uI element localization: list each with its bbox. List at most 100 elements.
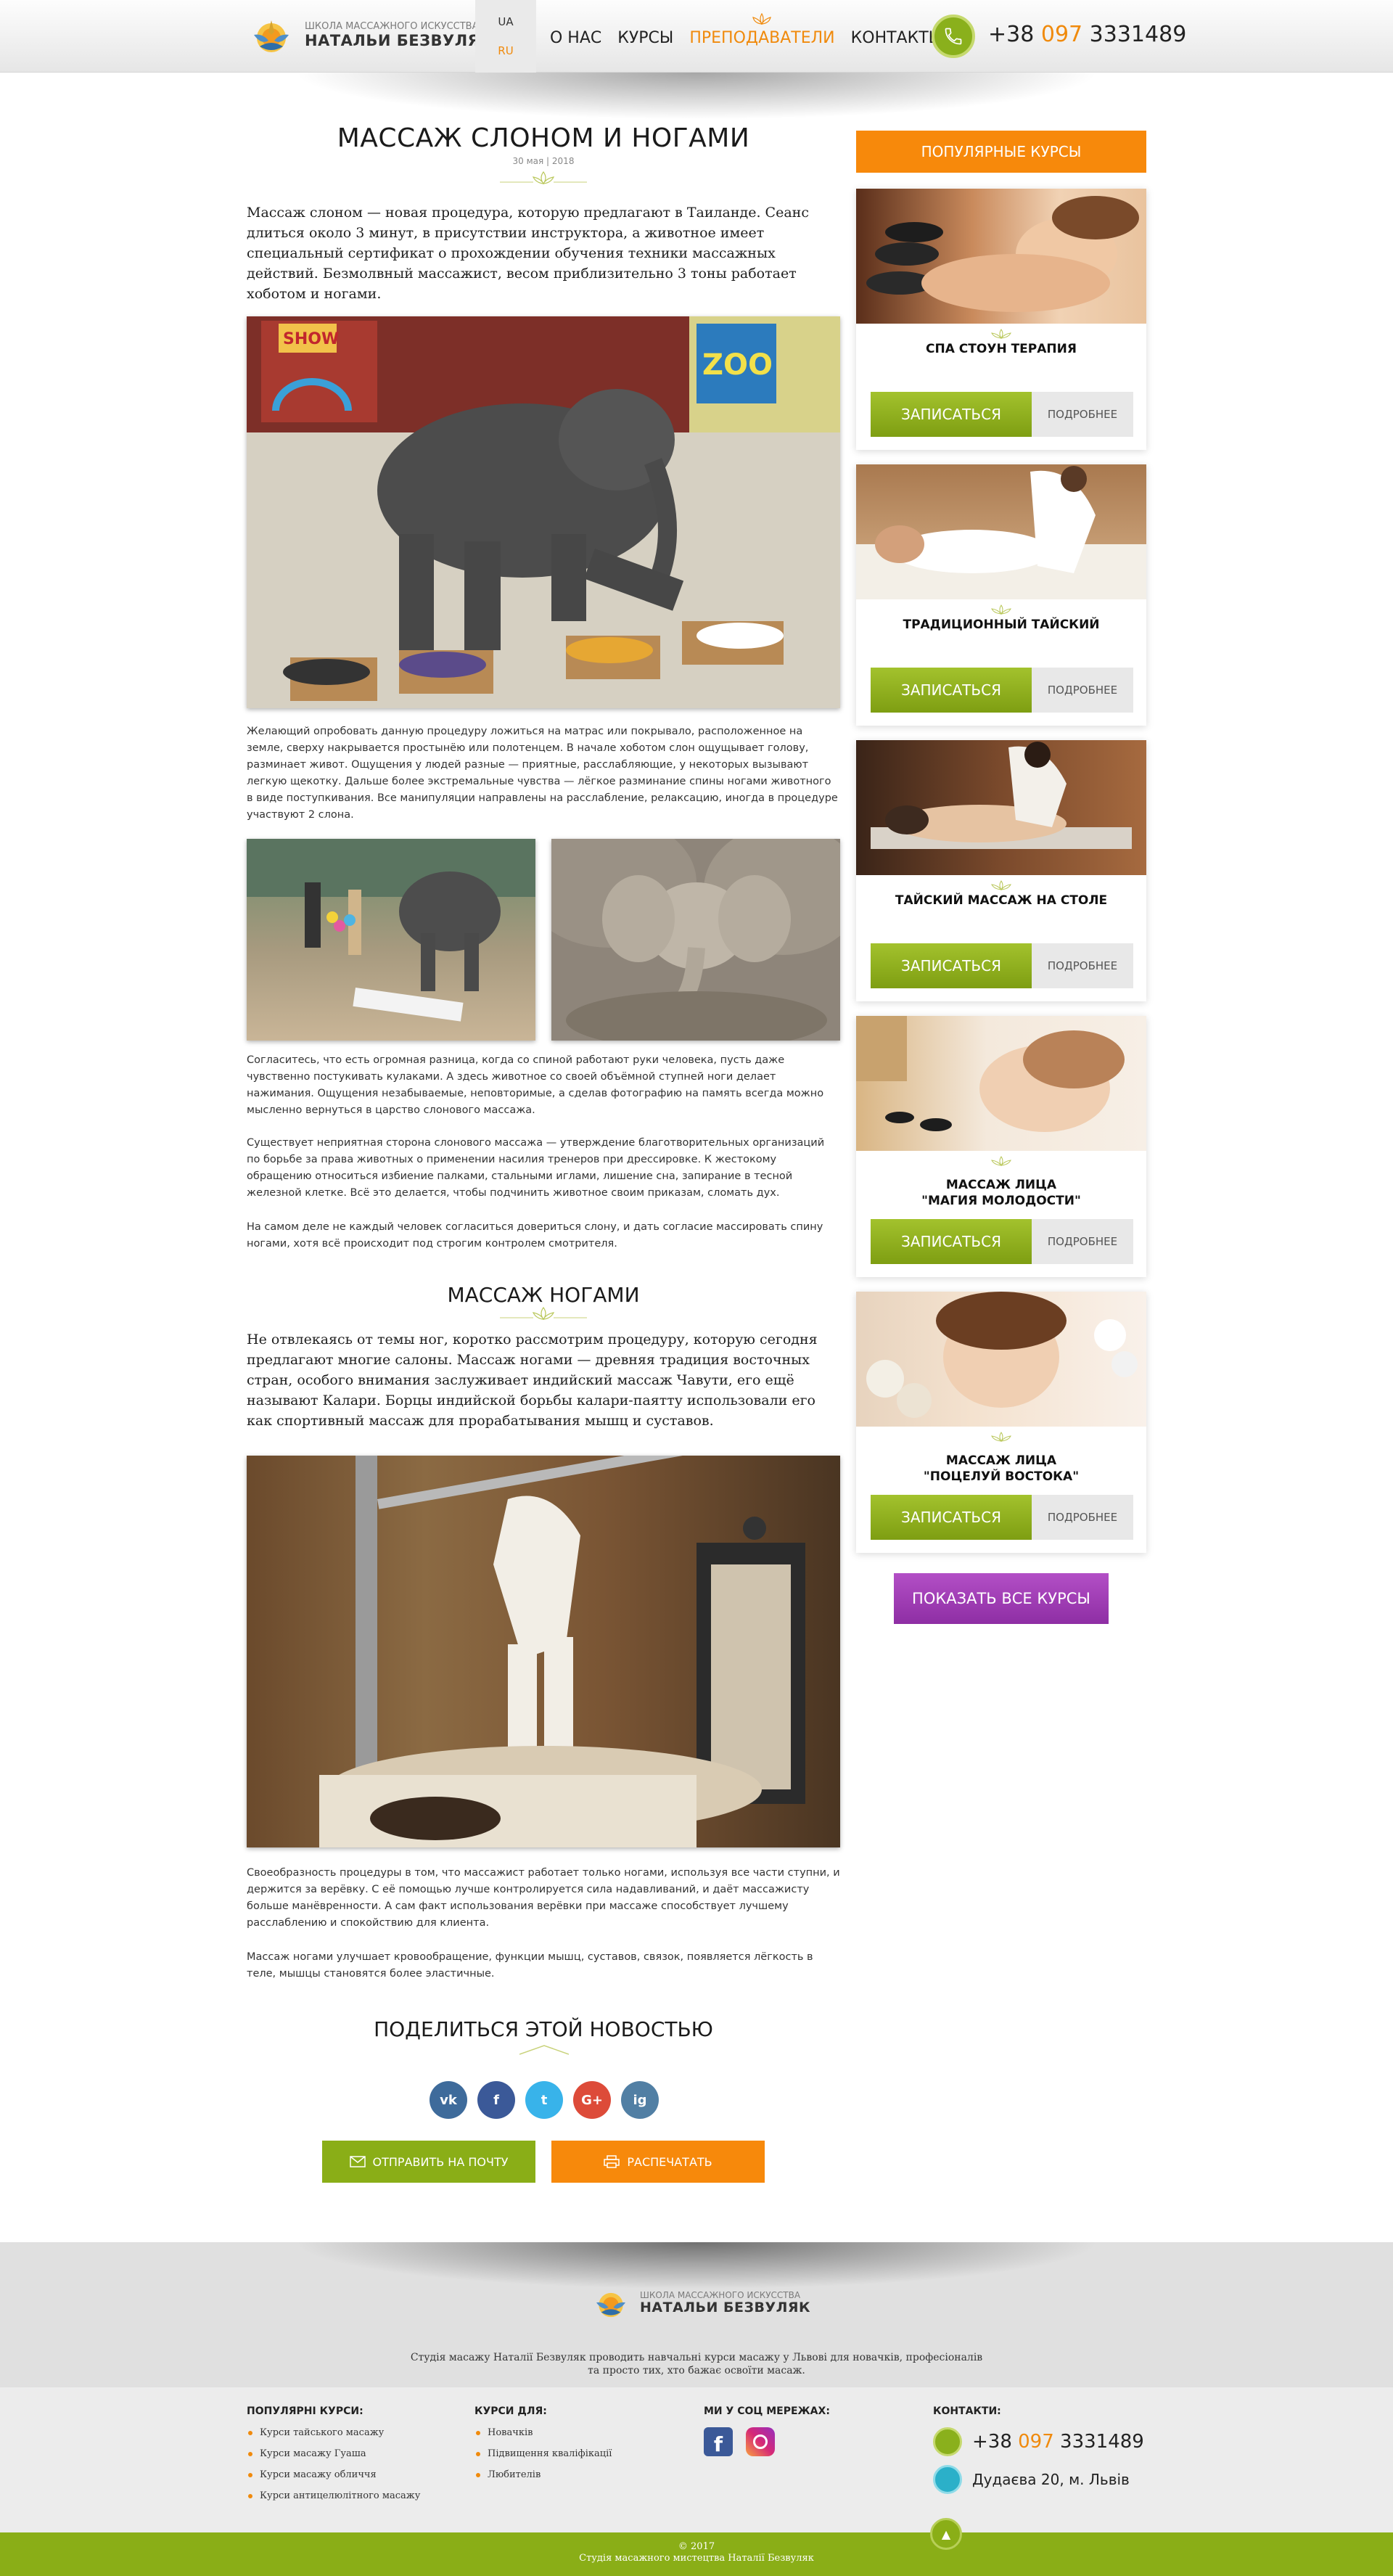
article-paragraph-4: На самом деле не каждый человек согласит… <box>247 1221 823 1250</box>
enroll-button[interactable]: ЗАПИСАТЬСЯ <box>871 1219 1032 1264</box>
nav-about[interactable]: О НАС <box>550 29 601 47</box>
footer-link[interactable]: Новачків <box>474 2427 612 2438</box>
facebook-share-label: f <box>493 2092 499 2108</box>
face-youth-art <box>856 1016 1125 1132</box>
article-lead-2: Не отвлекаясь от темы ног, коротко рассм… <box>247 1332 818 1429</box>
twitter-share-icon[interactable]: t <box>525 2081 563 2119</box>
course-image[interactable] <box>856 464 1146 599</box>
spa-stone-art <box>866 196 1139 312</box>
enroll-button[interactable]: ЗАПИСАТЬСЯ <box>871 392 1032 437</box>
elephant-massage-photo: SHOW ZOO <box>247 316 840 708</box>
main-nav: О НАС КУРСЫ ПРЕПОДАВАТЕЛИ КОНТАКТЫ <box>550 13 942 47</box>
scroll-top-icon[interactable]: ▲ <box>930 2518 962 2550</box>
phone-icon[interactable] <box>932 15 975 58</box>
article-paragraph-2: Согласитесь, что есть огромная разница, … <box>247 1054 824 1116</box>
lang-ua-link[interactable]: UA <box>498 15 513 28</box>
course-image[interactable] <box>856 189 1146 324</box>
instagram-share-icon[interactable]: ig <box>621 2081 659 2119</box>
card-leaf-icon <box>991 329 1011 339</box>
footer-phone[interactable]: +38 097 3331489 <box>972 2431 1144 2453</box>
twitter-share-label: t <box>541 2092 548 2108</box>
baby-elephant-photo <box>551 839 840 1041</box>
footer-col-title: КУРСИ ДЛЯ: <box>474 2405 547 2417</box>
more-button[interactable]: ПОДРОБНЕЕ <box>1032 392 1133 437</box>
footer-phone-prefix: +38 <box>972 2431 1012 2453</box>
foot-massage-photo <box>247 1456 840 1847</box>
card-leaf-icon <box>991 1432 1011 1442</box>
header-shadow <box>261 73 1132 123</box>
table-massage-art <box>871 742 1132 849</box>
facebook-share-icon[interactable]: f <box>477 2081 515 2119</box>
course-image[interactable] <box>856 1016 1146 1151</box>
vk-share-icon[interactable]: vk <box>430 2081 467 2119</box>
phone-number: 3331489 <box>1089 22 1187 47</box>
footer-link[interactable]: Курси масажу Гуаша <box>247 2448 420 2459</box>
language-switcher: UA RU <box>475 0 536 73</box>
vk-share-label: vk <box>440 2092 457 2108</box>
course-title[interactable]: СПА СТОУН ТЕРАПИЯ <box>856 341 1146 357</box>
divider-ornament-icon <box>500 171 587 185</box>
enroll-button[interactable]: ЗАПИСАТЬСЯ <box>871 943 1032 988</box>
course-title[interactable]: МАССАЖ ЛИЦА "МАГИЯ МОЛОДОСТИ" <box>856 1177 1146 1209</box>
footer-col-title: ПОПУЛЯРНІ КУРСИ: <box>247 2405 363 2417</box>
article-lead: Массаж слоном — новая процедура, которую… <box>247 205 809 302</box>
divider-ornament-icon <box>500 1306 587 1321</box>
footer-col-title: МИ У СОЦ МЕРЕЖАХ: <box>704 2405 830 2417</box>
article-paragraph-1: Желающий опробовать данную процедуру лож… <box>247 726 838 821</box>
googleplus-share-icon[interactable]: G+ <box>573 2081 611 2119</box>
thai-massage-art <box>856 466 1146 599</box>
footer-link[interactable]: Підвищення кваліфікації <box>474 2448 612 2459</box>
footer-popular-courses: ПОПУЛЯРНІ КУРСИ: Курси тайського масажу … <box>247 2405 420 2511</box>
section-title-foot-massage: МАССАЖ НОГАМИ <box>447 1283 640 1307</box>
course-card: ТАЙСКИЙ МАССАЖ НА СТОЛЕ ЗАПИСАТЬСЯ ПОДРО… <box>856 740 1146 1001</box>
phone-icon[interactable] <box>933 2427 962 2456</box>
footer-link[interactable]: Курси тайського масажу <box>247 2427 420 2438</box>
course-title[interactable]: МАССАЖ ЛИЦА "ПОЦЕЛУЙ ВОСТОКА" <box>856 1453 1146 1485</box>
site-header: ШКОЛА МАССАЖНОГО ИСКУССТВА НАТАЛЬИ БЕЗВУ… <box>0 0 1393 73</box>
elephant-walk-photo <box>247 839 535 1041</box>
more-button[interactable]: ПОДРОБНЕЕ <box>1032 1495 1133 1540</box>
article-paragraph-5: Своеобразность процедуры в том, что масс… <box>247 1867 840 1929</box>
nav-courses[interactable]: КУРСЫ <box>617 29 673 47</box>
card-leaf-icon <box>991 604 1011 615</box>
article-paragraph-6: Массаж ногами улучшает кровообращение, ф… <box>247 1951 813 1980</box>
location-pin-icon <box>933 2465 962 2494</box>
nav-contacts[interactable]: КОНТАКТЫ <box>851 29 942 47</box>
send-email-label: ОТПРАВИТЬ НА ПОЧТУ <box>372 2154 509 2169</box>
nav-teachers[interactable]: ПРЕПОДАВАТЕЛИ <box>689 13 835 47</box>
footer-col-title: КОНТАКТИ: <box>933 2405 1001 2417</box>
instagram-icon[interactable] <box>746 2427 775 2456</box>
footer-link[interactable]: Курси масажу обличчя <box>247 2469 420 2480</box>
send-email-button[interactable]: ОТПРАВИТЬ НА ПОЧТУ <box>322 2141 535 2183</box>
course-image[interactable] <box>856 740 1146 875</box>
course-title[interactable]: ТРАДИЦИОННЫЙ ТАЙСКИЙ <box>856 617 1146 633</box>
nav-teachers-label: ПРЕПОДАВАТЕЛИ <box>689 29 835 47</box>
footer-logo[interactable]: ШКОЛА МАССАЖНОГО ИСКУССТВА НАТАЛЬИ БЕЗВУ… <box>589 2284 810 2322</box>
lang-ru-link[interactable]: RU <box>498 44 513 57</box>
share-title: ПОДЕЛИТЬСЯ ЭТОЙ НОВОСТЬЮ <box>374 2017 713 2041</box>
logo-title: НАТАЛЬИ БЕЗВУЛЯК <box>305 31 493 49</box>
logo-subtitle: ШКОЛА МАССАЖНОГО ИСКУССТВА <box>305 21 479 33</box>
face-kiss-art <box>866 1292 1138 1418</box>
lotus-icon <box>752 13 772 25</box>
print-button[interactable]: РАСПЕЧАТАТЬ <box>551 2141 765 2183</box>
facebook-icon[interactable]: f <box>704 2427 733 2456</box>
mail-icon <box>349 2156 366 2167</box>
article-paragraph-3: Существует неприятная сторона слонового … <box>247 1137 825 1199</box>
lotus-logo-icon <box>596 2292 625 2318</box>
site-logo[interactable]: ШКОЛА МАССАЖНОГО ИСКУССТВА НАТАЛЬИ БЕЗВУ… <box>245 13 493 58</box>
header-phone[interactable]: +38 097 3331489 <box>988 22 1186 47</box>
footer-social: МИ У СОЦ МЕРЕЖАХ: f <box>704 2405 830 2456</box>
show-all-courses-button[interactable]: ПОКАЗАТЬ ВСЕ КУРСЫ <box>894 1573 1109 1624</box>
course-image[interactable] <box>856 1292 1146 1427</box>
course-title[interactable]: ТАЙСКИЙ МАССАЖ НА СТОЛЕ <box>856 893 1146 908</box>
more-button[interactable]: ПОДРОБНЕЕ <box>1032 1219 1133 1264</box>
foot-massage-art <box>319 1456 805 1847</box>
enroll-button[interactable]: ЗАПИСАТЬСЯ <box>871 1495 1032 1540</box>
footer-link[interactable]: Любителів <box>474 2469 612 2480</box>
enroll-button[interactable]: ЗАПИСАТЬСЯ <box>871 668 1032 713</box>
copyright: © 2017 <box>678 2541 715 2552</box>
more-button[interactable]: ПОДРОБНЕЕ <box>1032 943 1133 988</box>
footer-link[interactable]: Курси антицелюлітного масажу <box>247 2490 420 2501</box>
more-button[interactable]: ПОДРОБНЕЕ <box>1032 668 1133 713</box>
